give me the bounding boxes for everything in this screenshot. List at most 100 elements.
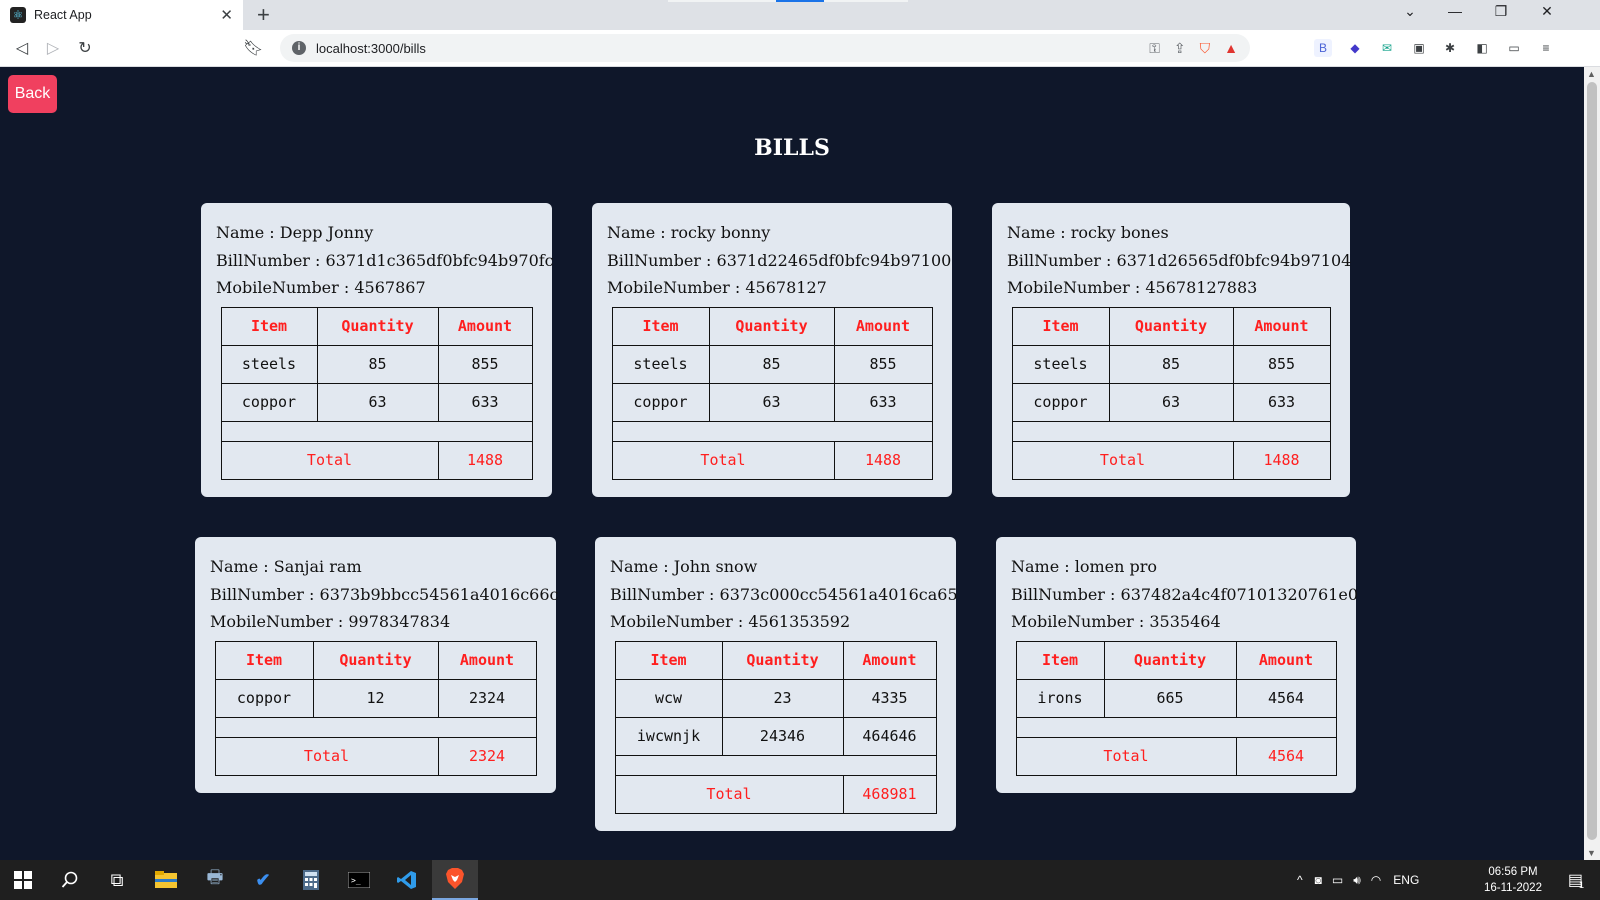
browser-tab-bar: ⚛ React App ✕ + ⌄ — ❐ ✕ — [0, 0, 1600, 30]
spacer-row — [614, 754, 937, 776]
bill-number: BillNumber : 6371d26565df0bfc94b97104 — [1007, 250, 1352, 270]
page-content: Back BILLS Name : Depp Jonny BillNumber … — [0, 67, 1584, 860]
amount-header: Amount — [1232, 306, 1331, 346]
page-scrollbar[interactable]: ▲ ▼ — [1584, 67, 1600, 860]
browser-tab[interactable]: ⚛ React App ✕ — [0, 0, 243, 30]
language-indicator[interactable]: ENG — [1393, 873, 1419, 887]
reload-icon[interactable]: ↻ — [75, 38, 95, 58]
menu-icon[interactable]: ≡ — [1537, 39, 1555, 57]
table-header-row: Item Quantity Amount — [1011, 306, 1331, 346]
back-button[interactable]: Back — [8, 75, 57, 113]
brave-browser-icon[interactable] — [432, 860, 478, 900]
tray-chevron-icon[interactable]: ^ — [1297, 873, 1303, 887]
bill-card: Name : Depp Jonny BillNumber : 6371d1c36… — [201, 203, 554, 497]
extension-b-icon[interactable]: B — [1314, 39, 1332, 57]
url-text[interactable]: localhost:3000/bills — [316, 41, 1135, 56]
brave-rewards-icon[interactable]: ▲ — [1224, 40, 1238, 56]
bill-mobile: MobileNumber : 4561353592 — [610, 612, 851, 631]
control-panel-icon[interactable]: 🖶︎ — [192, 860, 238, 900]
amount-cell: 2324 — [437, 678, 537, 718]
bill-table: Item Quantity Amount steels 85 855 coppo… — [1011, 306, 1331, 480]
scroll-thumb[interactable] — [1587, 82, 1597, 840]
quantity-cell: 23 — [721, 678, 844, 718]
quantity-cell: 85 — [708, 344, 835, 384]
search-icon[interactable] — [47, 860, 93, 900]
item-cell: steels — [1011, 344, 1110, 384]
bill-table: Item Quantity Amount irons 665 4564 Tota… — [1015, 640, 1337, 776]
extension-stack-icon[interactable]: ◆ — [1346, 39, 1364, 57]
total-value: 1488 — [437, 440, 533, 480]
wifi-icon[interactable]: ◠ — [1371, 873, 1381, 887]
tab-close-icon[interactable]: ✕ — [220, 6, 233, 24]
minimize-button[interactable]: — — [1443, 3, 1467, 19]
clock[interactable]: 06:56 PM 16-11-2022 — [1478, 864, 1548, 896]
amount-cell: 4335 — [842, 678, 937, 718]
notification-count: 1 — [1579, 880, 1585, 890]
amount-cell: 464646 — [842, 716, 937, 756]
tab-search-icon[interactable]: ⌄ — [1398, 3, 1422, 20]
browser-toolbar: ◁ ▷ ↻ 🔖︎ i localhost:3000/bills ⚿ ⇪ ⛉ ▲ … — [0, 30, 1600, 67]
spacer-cell — [220, 420, 533, 442]
spacer-row — [611, 420, 933, 442]
item-cell: wcw — [614, 678, 723, 718]
total-row: Total 1488 — [1011, 440, 1331, 480]
file-explorer-icon[interactable] — [143, 860, 189, 900]
table-row: wcw 23 4335 — [614, 678, 937, 718]
total-row: Total 4564 — [1015, 736, 1337, 776]
bookmark-icon[interactable]: 🔖︎ — [243, 38, 263, 58]
site-info-icon[interactable]: i — [292, 41, 306, 55]
amount-cell: 633 — [1232, 382, 1331, 422]
scroll-up-arrow-icon[interactable]: ▲ — [1587, 69, 1596, 79]
key-icon[interactable]: ⚿ — [1149, 40, 1160, 57]
table-row: steels 85 855 — [1011, 344, 1331, 384]
camera-icon[interactable]: ◙ — [1315, 873, 1322, 887]
bill-card: Name : rocky bonny BillNumber : 6371d224… — [592, 203, 952, 497]
bill-mobile: MobileNumber : 4567867 — [216, 278, 426, 297]
amount-header: Amount — [1235, 640, 1337, 680]
item-header: Item — [1011, 306, 1110, 346]
clock-date: 16-11-2022 — [1484, 882, 1542, 894]
calculator-icon[interactable] — [288, 860, 334, 900]
quantity-header: Quantity — [1108, 306, 1234, 346]
spacer-row — [1011, 420, 1331, 442]
battery-icon[interactable]: ▭ — [1332, 873, 1343, 887]
sidebar-icon[interactable]: ◧ — [1473, 39, 1491, 57]
bill-number: BillNumber : 6371d22465df0bfc94b97100 — [607, 250, 952, 270]
spacer-cell — [214, 716, 537, 738]
quantity-header: Quantity — [312, 640, 439, 680]
total-value: 1488 — [1232, 440, 1331, 480]
vscode-icon[interactable] — [384, 860, 430, 900]
spacer-row — [220, 420, 533, 442]
extensions-puzzle-icon[interactable]: ✱ — [1441, 39, 1459, 57]
quantity-cell: 24346 — [721, 716, 844, 756]
item-header: Item — [220, 306, 318, 346]
back-arrow-icon[interactable]: ◁ — [12, 38, 32, 58]
extension-mail-icon[interactable]: ✉ — [1378, 39, 1396, 57]
forward-arrow-icon[interactable]: ▷ — [43, 38, 63, 58]
spacer-row — [214, 716, 537, 738]
new-tab-button[interactable]: + — [257, 2, 270, 28]
todo-check-icon[interactable]: ✔ — [240, 860, 286, 900]
restore-button[interactable]: ❐ — [1489, 3, 1513, 20]
window-close-button[interactable]: ✕ — [1535, 3, 1559, 20]
quantity-cell: 63 — [1108, 382, 1234, 422]
address-bar[interactable]: i localhost:3000/bills ⚿ ⇪ ⛉ ▲ — [280, 34, 1250, 62]
spacer-cell — [1011, 420, 1331, 442]
bill-mobile: MobileNumber : 45678127 — [607, 278, 827, 297]
brave-shield-icon[interactable]: ⛉ — [1200, 40, 1211, 57]
windows-start-icon[interactable] — [0, 860, 46, 900]
task-view-icon[interactable]: ⧉ — [94, 860, 140, 900]
bill-number: BillNumber : 637482a4c4f07101320761e0 — [1011, 584, 1358, 604]
terminal-icon[interactable]: >_ — [336, 860, 382, 900]
react-favicon-icon: ⚛ — [10, 7, 26, 23]
table-row: steels 85 855 — [611, 344, 933, 384]
scroll-down-arrow-icon[interactable]: ▼ — [1587, 848, 1596, 858]
picture-in-picture-icon[interactable]: ▣ — [1410, 39, 1428, 57]
total-value: 2324 — [437, 736, 537, 776]
total-value: 4564 — [1235, 736, 1337, 776]
item-cell: iwcwnjk — [614, 716, 723, 756]
wallet-icon[interactable]: ▭ — [1505, 39, 1523, 57]
notification-icon[interactable]: ▤ 1 — [1552, 860, 1600, 900]
volume-icon[interactable]: 🔊︎ — [1353, 873, 1361, 888]
share-icon[interactable]: ⇪ — [1174, 40, 1186, 57]
